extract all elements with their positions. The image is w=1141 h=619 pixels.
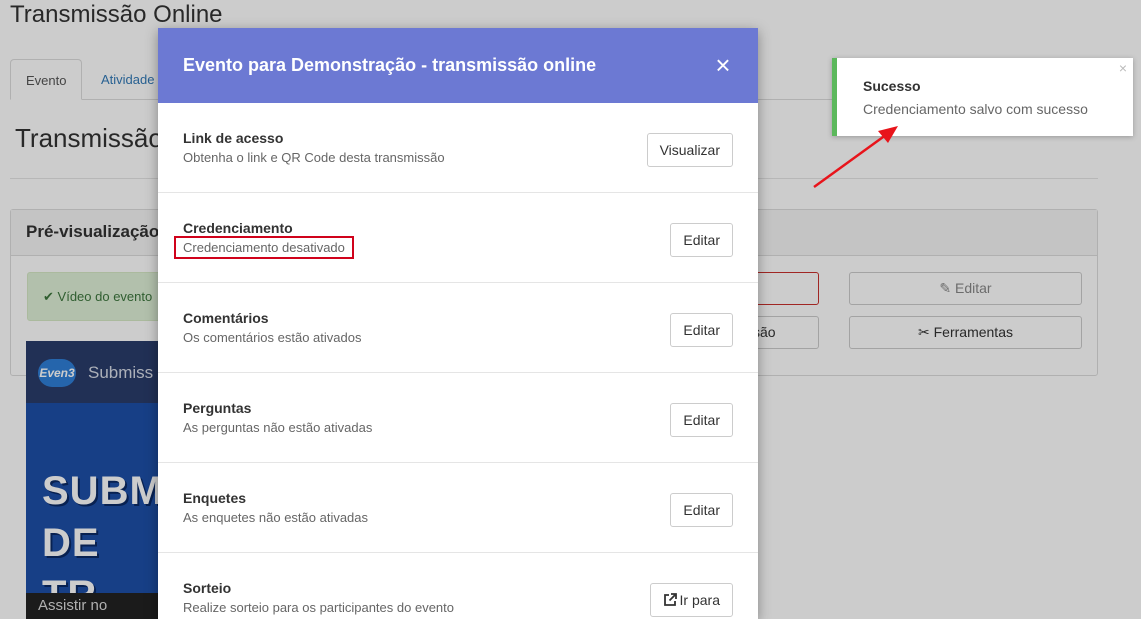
- row-title: Link de acesso: [183, 130, 284, 146]
- row-link-de-acesso: Link de acesso Obtenha o link e QR Code …: [158, 103, 758, 193]
- row-description: Realize sorteio para os participantes do…: [183, 600, 454, 615]
- edit-perguntas-button[interactable]: Editar: [670, 403, 733, 437]
- modal-header: Evento para Demonstração - transmissão o…: [158, 28, 758, 103]
- row-description: Os comentários estão ativados: [183, 330, 362, 345]
- close-icon[interactable]: ×: [712, 52, 734, 78]
- row-credenciamento: Credenciamento Credenciamento desativado…: [158, 193, 758, 283]
- modal-title: Evento para Demonstração - transmissão o…: [183, 55, 597, 75]
- toast-message: Credenciamento salvo com sucesso: [863, 101, 1088, 117]
- row-sorteio: Sorteio Realize sorteio para os particip…: [158, 553, 758, 619]
- ir-para-label: Ir para: [679, 592, 720, 608]
- row-enquetes: Enquetes As enquetes não estão ativadas …: [158, 463, 758, 553]
- row-description: As enquetes não estão ativadas: [183, 510, 369, 525]
- row-title: Perguntas: [183, 400, 252, 416]
- row-description: Obtenha o link e QR Code desta transmiss…: [183, 150, 445, 165]
- row-title: Credenciamento: [183, 220, 293, 236]
- external-link-icon: [663, 593, 677, 606]
- visualizar-button[interactable]: Visualizar: [646, 133, 733, 167]
- row-title: Comentários: [183, 310, 269, 326]
- success-toast: × Sucesso Credenciamento salvo com suces…: [832, 58, 1133, 136]
- row-title: Enquetes: [183, 490, 247, 506]
- edit-credenciamento-button[interactable]: Editar: [670, 223, 733, 257]
- toast-title: Sucesso: [863, 78, 921, 94]
- event-modal: Evento para Demonstração - transmissão o…: [158, 28, 758, 619]
- row-description: As perguntas não estão ativadas: [183, 420, 373, 435]
- close-icon[interactable]: ×: [1119, 60, 1127, 76]
- edit-comentarios-button[interactable]: Editar: [670, 313, 733, 347]
- credenciamento-status-highlighted: Credenciamento desativado: [174, 236, 354, 259]
- edit-enquetes-button[interactable]: Editar: [670, 493, 733, 527]
- row-comentarios: Comentários Os comentários estão ativado…: [158, 283, 758, 373]
- row-title: Sorteio: [183, 580, 232, 596]
- ir-para-button[interactable]: Ir para: [649, 583, 733, 617]
- row-perguntas: Perguntas As perguntas não estão ativada…: [158, 373, 758, 463]
